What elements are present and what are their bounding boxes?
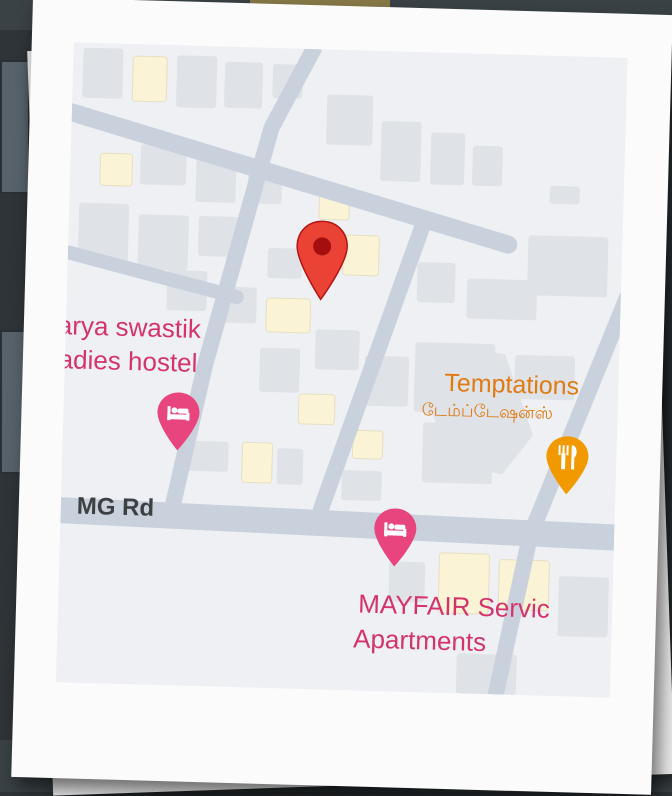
- apartments-label-line1[interactable]: MAYFAIR Servic: [358, 589, 550, 624]
- restaurant-label[interactable]: Temptations: [444, 369, 580, 401]
- bed-icon[interactable]: [371, 506, 419, 569]
- map-view[interactable]: arya swastik ladies hostel Temptations ட…: [55, 42, 628, 698]
- bg-window: [0, 60, 30, 194]
- bed-icon[interactable]: [154, 390, 202, 453]
- restaurant-label-tamil[interactable]: டேம்ப்டேஷன்ஸ்: [421, 400, 553, 424]
- fork-knife-icon[interactable]: [543, 434, 591, 497]
- apartments-label-line2[interactable]: Apartments: [353, 623, 487, 657]
- hostel-label-line1[interactable]: arya swastik: [57, 310, 201, 344]
- road-label-mg-rd[interactable]: MG Rd: [76, 493, 154, 522]
- polaroid-photo: arya swastik ladies hostel Temptations ட…: [11, 0, 672, 795]
- location-pin-icon[interactable]: [293, 219, 351, 305]
- hostel-label-line2[interactable]: ladies hostel: [56, 344, 198, 378]
